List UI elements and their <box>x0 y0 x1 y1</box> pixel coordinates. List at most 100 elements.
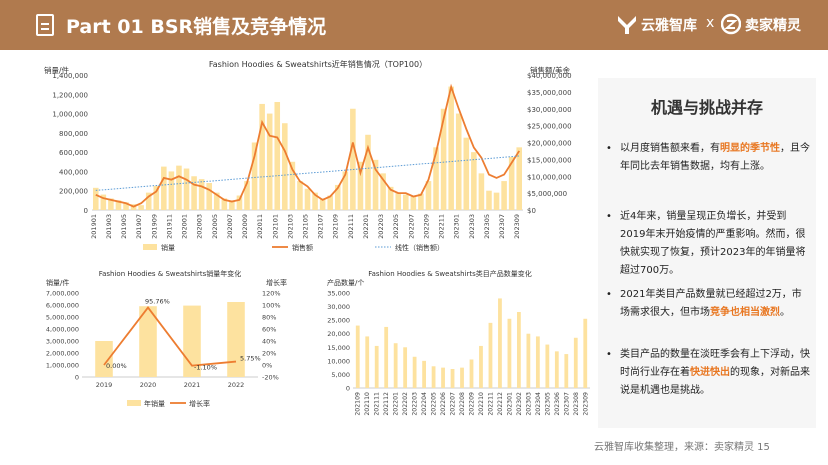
x-tick-label: 202301 <box>506 392 513 416</box>
y-tick-label: 0 <box>75 374 79 382</box>
bar-sales-volume <box>410 196 417 210</box>
y-tick-label: 1,200,000 <box>52 91 88 99</box>
bar-sales-volume <box>516 147 522 210</box>
y2-tick-label: $15,000,000 <box>527 156 572 164</box>
product-count-chart: Fashion Hoodies & Sweatshirts类目产品数量变化产品数… <box>327 269 590 416</box>
line-sales-revenue <box>95 83 520 208</box>
y-axis-label: 产品数量/个 <box>327 278 364 287</box>
legend-label: 线性（销售额） <box>395 243 444 252</box>
x-tick-label: 2021 <box>184 381 201 389</box>
y2-tick-label: 120% <box>262 290 281 298</box>
yearly-sales-chart: Fashion Hoodies & Sweatshirts销量年变化销量/件 增长… <box>46 269 287 408</box>
y-tick-label: 20,000 <box>327 330 350 338</box>
bar-product-count <box>488 322 493 388</box>
x-tick-label: 202207 <box>407 214 415 239</box>
x-tick-label: 202309 <box>513 214 521 239</box>
body-text: 近4年来，销量呈现正负增长，并受到2019年末开始疫情的严重影响。然而，很快就实… <box>620 211 806 276</box>
x-tick-label: 202009 <box>241 214 249 239</box>
bar-sales-volume <box>478 173 485 210</box>
document-icon <box>36 14 54 36</box>
y-tick-label: 5,000 <box>331 371 350 379</box>
bullet-dot: • <box>606 143 612 154</box>
x-tick-label: 202309 <box>582 392 589 416</box>
x-tick-label: 201907 <box>135 214 143 239</box>
chart-title: Fashion Hoodies & Sweatshirts近年销售情况（TOP1… <box>209 59 427 69</box>
bar-product-count <box>441 367 445 388</box>
bar-product-count <box>517 312 521 388</box>
x-tick-label: 202305 <box>483 214 491 239</box>
x-tick-label: 2019 <box>96 381 113 389</box>
bar-product-count <box>554 351 559 388</box>
bar-product-count <box>431 366 436 388</box>
bar-yearly-volume <box>227 302 245 377</box>
y2-tick-label: 100% <box>262 302 281 310</box>
y-tick-label: 10,000 <box>327 357 350 365</box>
y-tick-label: 2,000,000 <box>46 350 79 358</box>
y-tick-label: 400,000 <box>59 168 88 176</box>
x-tick-label: 202205 <box>392 214 400 239</box>
bar-sales-volume <box>463 137 470 210</box>
x-tick-label: 202307 <box>563 392 570 416</box>
data-label-growth: 5.75% <box>240 355 261 363</box>
x-tick-label: 201911 <box>165 214 173 239</box>
x-tick-label: 201905 <box>120 214 128 239</box>
x-tick-label: 202304 <box>535 392 542 416</box>
insight-panel: 机遇与挑战并存 • 以月度销售额来看，有明显的季节性，且今年同比去年销售数据，均有… <box>598 78 816 428</box>
y-tick-label: 35,000 <box>327 290 350 298</box>
x-tick-label: 202204 <box>421 392 428 416</box>
y-tick-label: 25,000 <box>327 317 350 325</box>
bar-sales-volume <box>161 166 167 210</box>
legend-swatch-yearly <box>127 400 141 406</box>
bar-sales-volume <box>191 176 197 210</box>
x-tick-label: 202201 <box>362 214 370 239</box>
bullet-dot: • <box>606 349 612 360</box>
insight-item: • 类目产品的数量在淡旺季会有上下浮动，快时尚行业存在着快进快出的现象，对新品来说… <box>606 346 811 400</box>
x-tick-label: 202001 <box>181 214 189 239</box>
body-text: 以月度销售额来看，有 <box>620 143 720 154</box>
x-tick-label: 201901 <box>90 214 98 239</box>
legend-label: 年销量 <box>144 399 165 408</box>
bar-sales-volume <box>93 187 99 210</box>
bar-product-count <box>498 298 502 388</box>
bar-sales-volume <box>183 168 190 210</box>
bar-sales-volume <box>455 113 462 210</box>
bar-product-count <box>374 345 379 388</box>
x-tick-label: 202208 <box>459 392 466 416</box>
y2-axis-label: 增长率 <box>266 278 287 287</box>
y2-tick-label: $40,000,000 <box>527 72 572 80</box>
y-tick-label: 0 <box>84 207 88 215</box>
sellersprite-logo-icon <box>721 13 741 35</box>
highlight-text: 明显的季节性 <box>720 143 780 154</box>
y2-tick-label: $25,000,000 <box>527 123 572 131</box>
bar-sales-volume <box>448 86 454 210</box>
body-text: 。 <box>780 307 790 318</box>
y-tick-label: 600,000 <box>59 149 88 157</box>
x-tick-label: 202206 <box>440 392 447 416</box>
y-tick-label: 800,000 <box>59 130 88 138</box>
bar-product-count <box>393 343 398 388</box>
bar-product-count <box>535 336 540 388</box>
brand-sellersprite: 卖家精灵 <box>745 18 801 34</box>
bullet-dot: • <box>606 211 612 222</box>
y-tick-label: 30,000 <box>327 303 350 311</box>
x-tick-label: 2020 <box>140 381 157 389</box>
x-tick-label: 202011 <box>256 214 264 239</box>
y-tick-label: 1,400,000 <box>52 72 88 80</box>
bar-product-count <box>507 318 512 388</box>
x-tick-label: 202007 <box>226 214 234 239</box>
y2-tick-label: 40% <box>262 338 276 346</box>
y-tick-label: 15,000 <box>327 344 350 352</box>
brand-separator: x <box>706 15 715 31</box>
x-tick-label: 202111 <box>347 214 355 239</box>
y2-tick-label: -20% <box>262 374 279 382</box>
footer-source: 云雅智库收集整理，来源：卖家精灵 15 <box>594 442 770 453</box>
legend-label: 销售额 <box>292 243 313 252</box>
insight-text: 类目产品的数量在淡旺季会有上下浮动，快时尚行业存在着快进快出的现象，对新品来说是… <box>606 346 811 400</box>
x-tick-label: 202211 <box>438 214 446 239</box>
bar-product-count <box>355 325 360 388</box>
bar-product-count <box>545 344 550 388</box>
bar-sales-volume <box>304 188 311 210</box>
x-tick-label: 202306 <box>554 392 561 416</box>
monthly-sales-chart: Fashion Hoodies & Sweatshirts近年销售情况（TOP1… <box>44 59 572 252</box>
x-tick-label: 202107 <box>317 214 325 239</box>
